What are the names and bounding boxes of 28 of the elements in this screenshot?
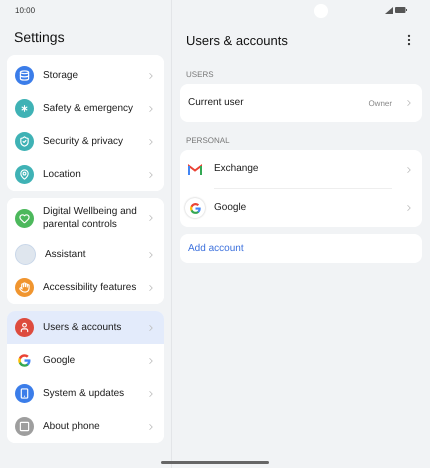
item-label: Security & privacy — [43, 135, 124, 148]
list-row[interactable]: Google — [180, 189, 422, 227]
page-title: Users & accounts — [186, 32, 288, 48]
signal-icon — [385, 6, 393, 14]
section-header: PERSONAL — [185, 135, 231, 147]
item-label: Location — [43, 168, 82, 181]
list-row[interactable]: Current user Owner — [180, 84, 422, 122]
row-label: Google — [214, 201, 248, 215]
row-label: Current user — [188, 96, 245, 110]
item-label: Digital Wellbeing and parental controls — [43, 205, 137, 231]
section-header: USERS — [185, 69, 215, 81]
item-label: Users & accounts — [43, 321, 122, 334]
add-account-button[interactable]: Add account — [180, 234, 422, 263]
battery-icon — [395, 7, 407, 13]
settings-item[interactable]: Users & accounts — [7, 311, 164, 344]
item-label: Safety & emergency — [43, 102, 134, 115]
item-label: System & updates — [43, 387, 126, 400]
item-label: About phone — [43, 420, 101, 433]
settings-title: Settings — [13, 28, 66, 47]
item-label: Accessibility features — [43, 281, 137, 294]
item-label: Storage — [43, 69, 80, 82]
row-value: Owner — [368, 98, 392, 108]
status-time: 10:00 — [15, 6, 36, 14]
item-label: Assistant — [45, 248, 87, 261]
list-row[interactable]: Exchange — [180, 150, 422, 189]
mail-m-icon — [188, 164, 202, 175]
row-label: Exchange — [214, 150, 392, 189]
item-label: Google — [43, 354, 76, 367]
